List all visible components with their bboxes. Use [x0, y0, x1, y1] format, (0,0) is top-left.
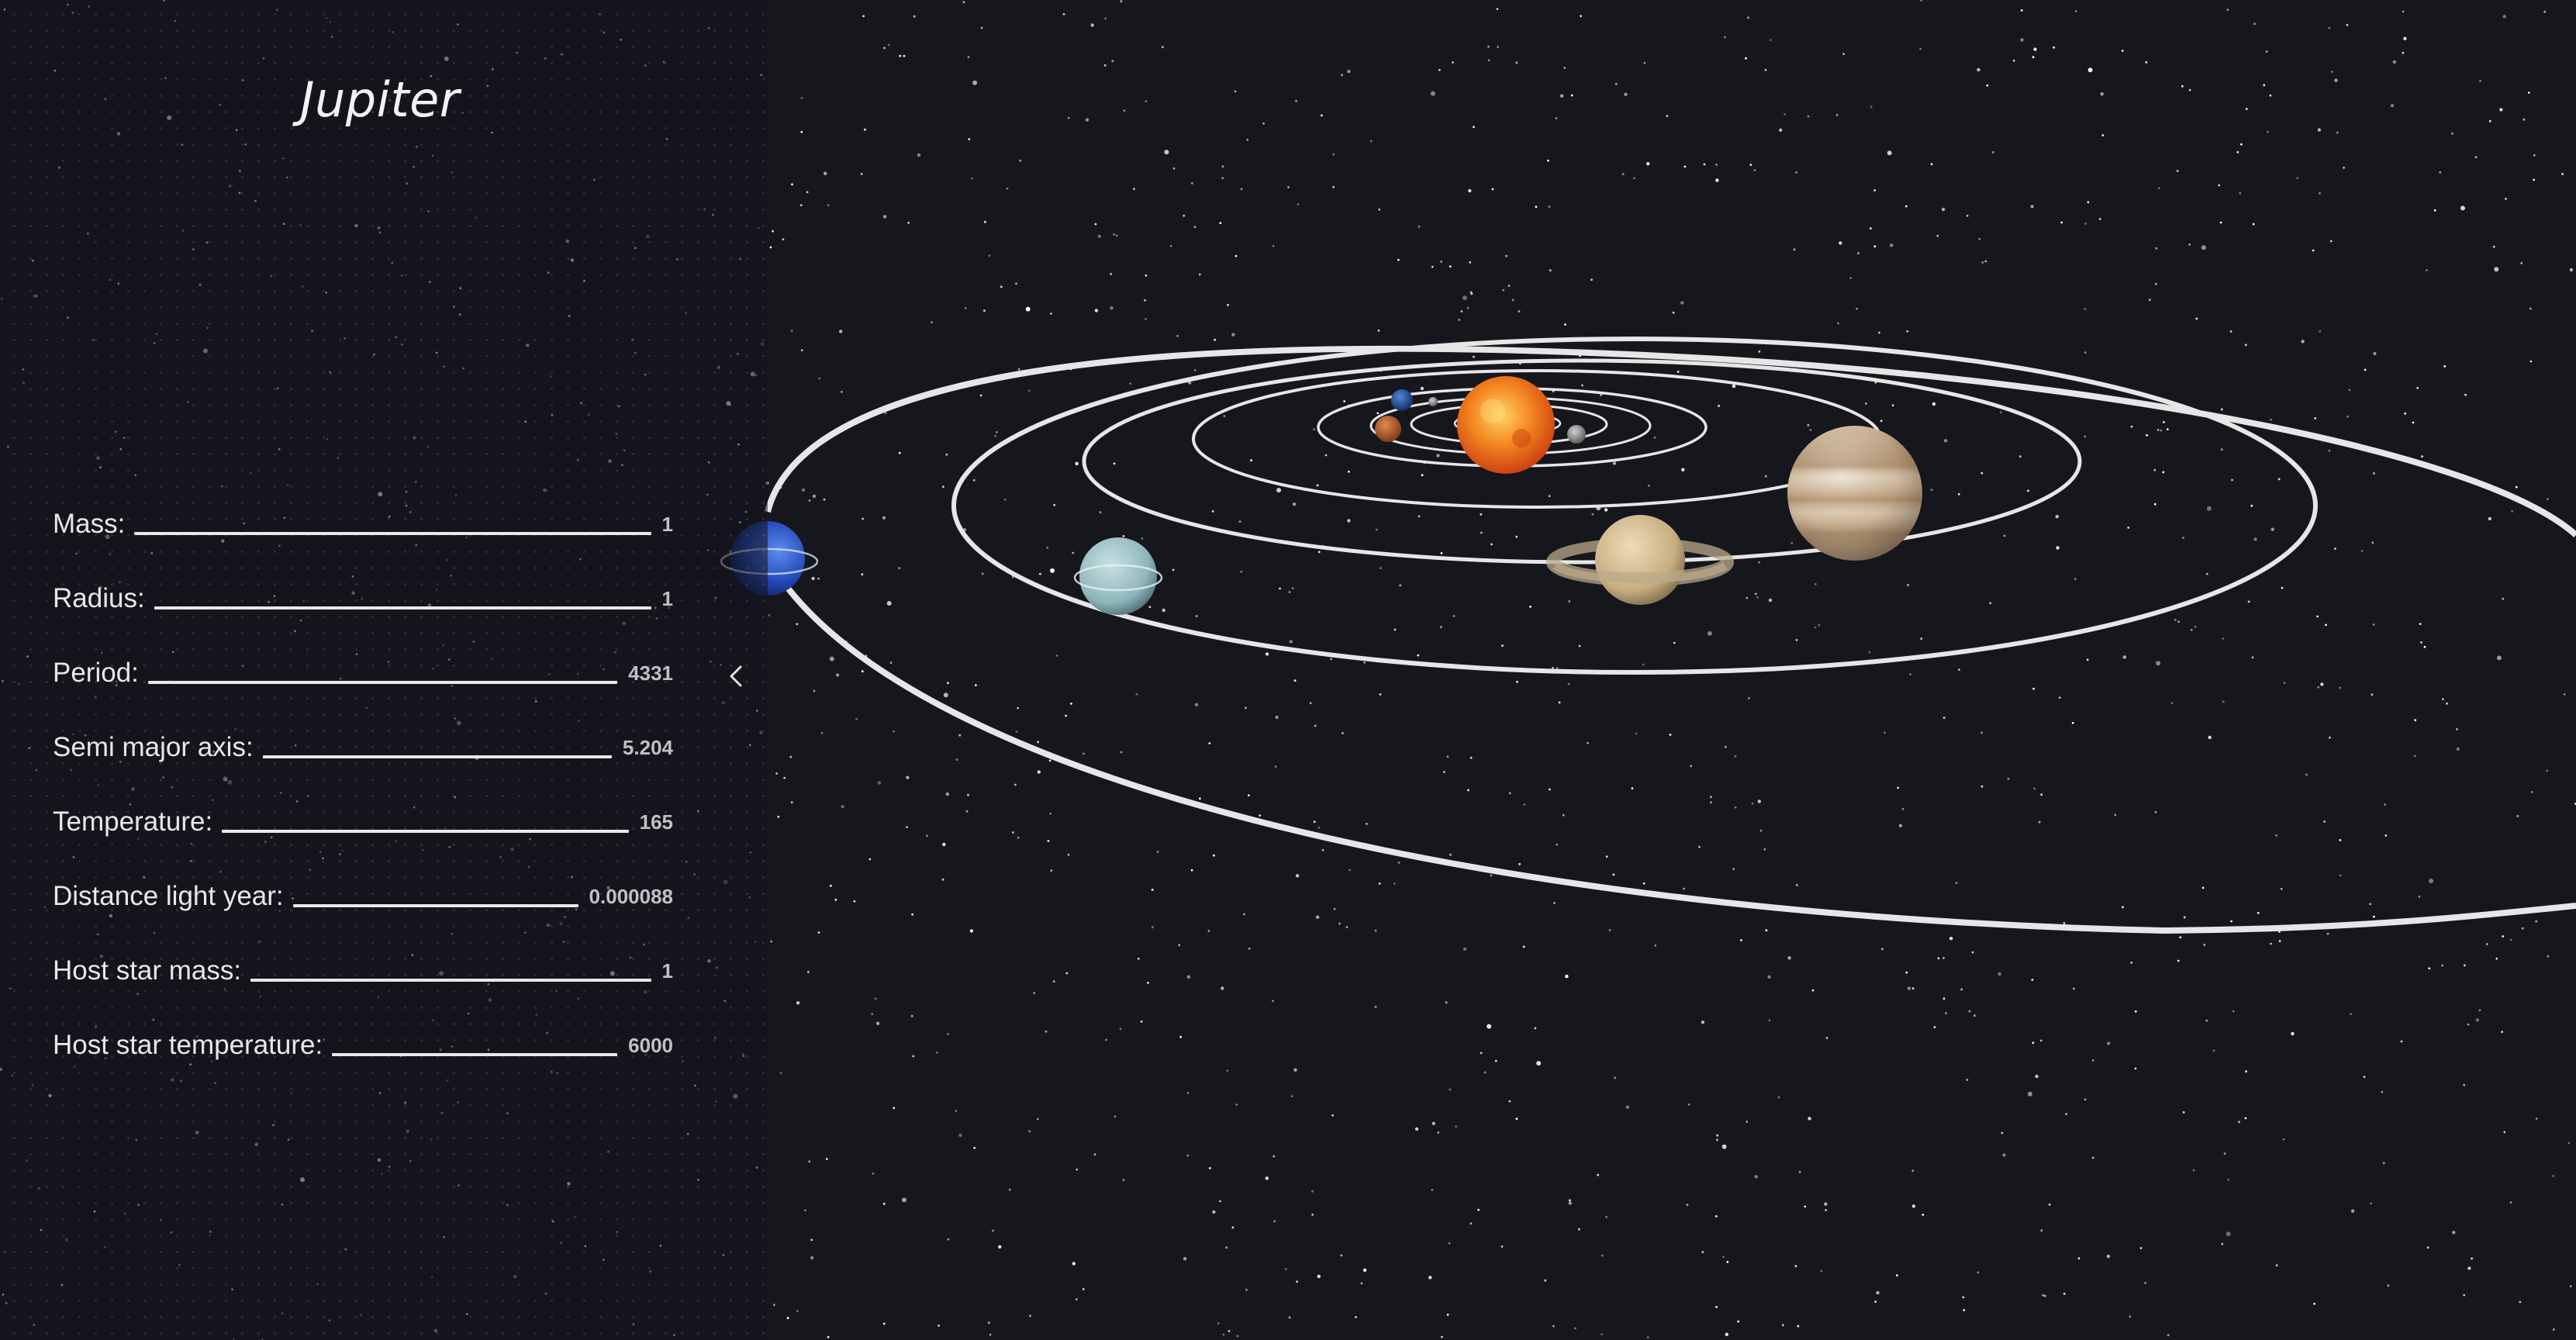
sun[interactable] — [1457, 376, 1555, 474]
property-value: 6000 — [628, 1034, 673, 1057]
property-leader-line — [332, 1053, 618, 1056]
property-label: Radius: — [53, 583, 145, 613]
collapse-panel-button[interactable] — [717, 658, 754, 695]
property-label: Semi major axis: — [53, 732, 254, 762]
chevron-left-icon[interactable] — [717, 658, 754, 695]
planet-earth[interactable] — [1391, 389, 1413, 411]
property-leader-line — [154, 606, 651, 610]
property-row-distance-light-year: Distance light year: 0.000088 — [53, 853, 673, 927]
property-value: 5.204 — [622, 736, 673, 759]
planet-mars[interactable] — [1375, 416, 1401, 442]
planet-mercury[interactable] — [1428, 397, 1438, 406]
property-row-radius: Radius: 1 — [53, 555, 673, 630]
planet-properties-list: Mass: 1 Radius: 1 Period: 4331 Semi majo… — [53, 481, 673, 1076]
property-label: Host star temperature: — [53, 1030, 323, 1060]
property-row-temperature: Temperature: 165 — [53, 779, 673, 853]
property-label: Temperature: — [53, 806, 213, 837]
property-label: Distance light year: — [53, 881, 284, 911]
property-leader-line — [250, 979, 651, 982]
property-leader-line — [262, 755, 612, 758]
property-value: 1 — [661, 513, 673, 536]
property-value: 1 — [661, 587, 673, 610]
planet-title: Jupiter — [300, 71, 460, 128]
property-label: Mass: — [53, 509, 126, 539]
property-value: 1 — [661, 959, 673, 983]
planet-jupiter[interactable] — [1787, 426, 1922, 561]
planet-info-panel: Jupiter Mass: 1 Radius: 1 Period: 4331 S… — [0, 0, 768, 1340]
property-value: 165 — [639, 810, 673, 834]
property-row-mass: Mass: 1 — [53, 481, 673, 555]
property-row-semi-major-axis: Semi major axis: 5.204 — [53, 704, 673, 779]
property-leader-line — [222, 830, 629, 833]
property-row-host-star-mass: Host star mass: 1 — [53, 927, 673, 1002]
property-label: Period: — [53, 658, 139, 688]
property-value: 0.000088 — [589, 885, 673, 908]
property-value: 4331 — [628, 661, 673, 685]
property-row-host-star-temperature: Host star temperature: 6000 — [53, 1002, 673, 1076]
property-leader-line — [292, 904, 578, 907]
orbit-uranus — [967, 133, 2576, 803]
property-leader-line — [134, 532, 651, 535]
orbit-neptune — [765, 345, 2576, 934]
property-row-period: Period: 4331 — [53, 630, 673, 704]
planet-venus[interactable] — [1567, 425, 1586, 444]
property-label: Host star mass: — [53, 955, 242, 986]
property-leader-line — [147, 681, 618, 684]
